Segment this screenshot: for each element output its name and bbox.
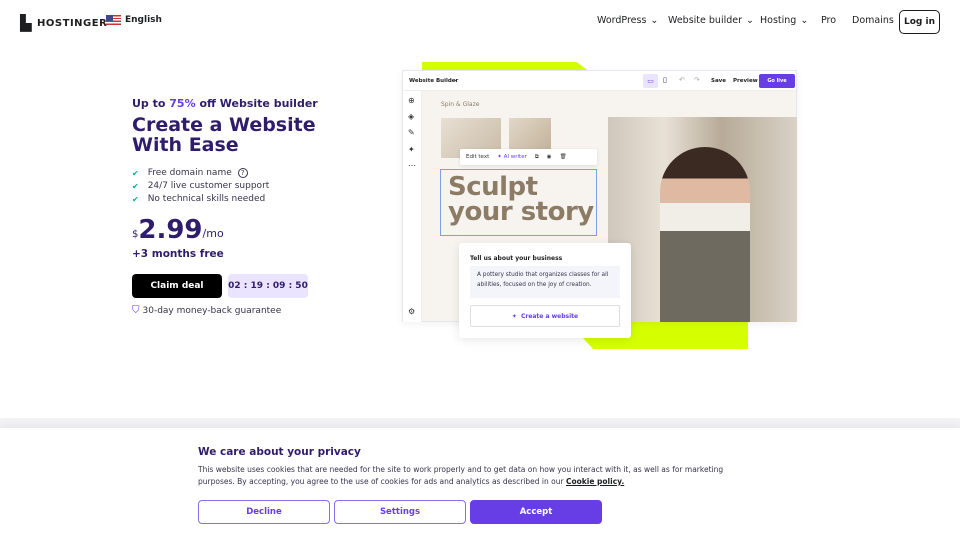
nav-pro[interactable]: Pro [821, 15, 836, 26]
cookie-text: This website uses cookies that are neede… [198, 465, 724, 486]
us-flag-icon [106, 15, 121, 25]
builder-sidebar: ⊕ ◈ ✎ ✦ ⋯ ⚙ [403, 91, 422, 322]
more-icon: ⋯ [408, 161, 416, 170]
settings-button[interactable]: Settings [334, 500, 466, 524]
chevron-down-icon: ⌄ [650, 15, 659, 26]
mobile-icon: ▯ [663, 76, 667, 84]
business-description-input[interactable]: A pottery studio that organizes classes … [470, 266, 620, 298]
ai-prompt-card: Tell us about your business A pottery st… [459, 243, 631, 338]
headline-box: Sculpt your story [440, 169, 597, 236]
nav-hosting[interactable]: Hosting ⌄ [760, 15, 808, 26]
create-website-button[interactable]: ✦ Create a website [470, 305, 620, 327]
redo-icon: ↷ [694, 76, 700, 84]
hostinger-logo[interactable]: ▙ HOSTINGER [20, 14, 107, 32]
desktop-icon: ▭ [643, 74, 658, 88]
countdown-timer: 02 : 19 : 09 : 50 [228, 274, 308, 298]
shield-check-icon: ⛉ [132, 305, 140, 316]
layers-icon: ◈ [408, 112, 415, 121]
settings-icon: ⚙ [408, 307, 416, 316]
top-nav: ▙ HOSTINGER English WordPress ⌄ Website bu… [0, 0, 960, 43]
builder-toolbar: Website Builder ⌄ ▭ ▯ ↶ ↷ Save Preview Go… [403, 71, 796, 91]
check-icon: ✔ [132, 181, 139, 191]
feature-item: ✔ Free domain name? [132, 168, 248, 178]
claim-deal-button[interactable]: Claim deal [132, 274, 222, 298]
copy-icon: ⧉ [534, 153, 539, 160]
check-icon: ✔ [132, 168, 139, 178]
promo-text: Up to 75% off Website builder [132, 97, 318, 110]
page-title: Create a Website With Ease [132, 114, 316, 156]
logo-icon: ▙ [20, 14, 33, 32]
check-icon: ✔ [132, 194, 139, 204]
theme-icon: ✎ [408, 128, 415, 137]
nav-website-builder[interactable]: Website builder ⌄ [668, 15, 754, 26]
cookie-title: We care about your privacy [198, 446, 361, 458]
edit-toolbar: Edit text ✦ AI writer ⧉ ◉ 🗑 [460, 149, 597, 165]
trash-icon: 🗑 [559, 154, 567, 160]
chevron-down-icon: ⌄ [453, 77, 458, 83]
chevron-down-icon: ⌄ [746, 15, 754, 26]
price: $2.99/mo [132, 215, 224, 245]
cookie-banner: We care about your privacy This website … [0, 428, 960, 540]
login-button[interactable]: Log in [899, 10, 940, 34]
chevron-down-icon: ⌄ [800, 15, 809, 26]
language-selector[interactable]: English [106, 15, 162, 25]
feature-item: ✔ No technical skills needed [132, 194, 266, 204]
nav-domains[interactable]: Domains [852, 15, 894, 26]
ai-icon: ✦ [408, 145, 415, 154]
cookie-policy-link[interactable]: Cookie policy. [566, 477, 624, 486]
accept-button[interactable]: Accept [470, 500, 602, 524]
eye-icon: ◉ [546, 154, 552, 160]
decline-button[interactable]: Decline [198, 500, 330, 524]
add-icon: ⊕ [408, 96, 415, 105]
help-icon[interactable]: ? [237, 168, 248, 178]
bonus-text: +3 months free [132, 248, 224, 260]
feature-item: ✔ 24/7 live customer support [132, 181, 270, 191]
sparkle-icon: ✦ [511, 312, 517, 320]
nav-wordpress[interactable]: WordPress ⌄ [597, 15, 658, 26]
undo-icon: ↶ [679, 76, 685, 84]
potter-photo [608, 117, 797, 322]
guarantee: ⛉ 30-day money-back guarantee [132, 305, 282, 316]
